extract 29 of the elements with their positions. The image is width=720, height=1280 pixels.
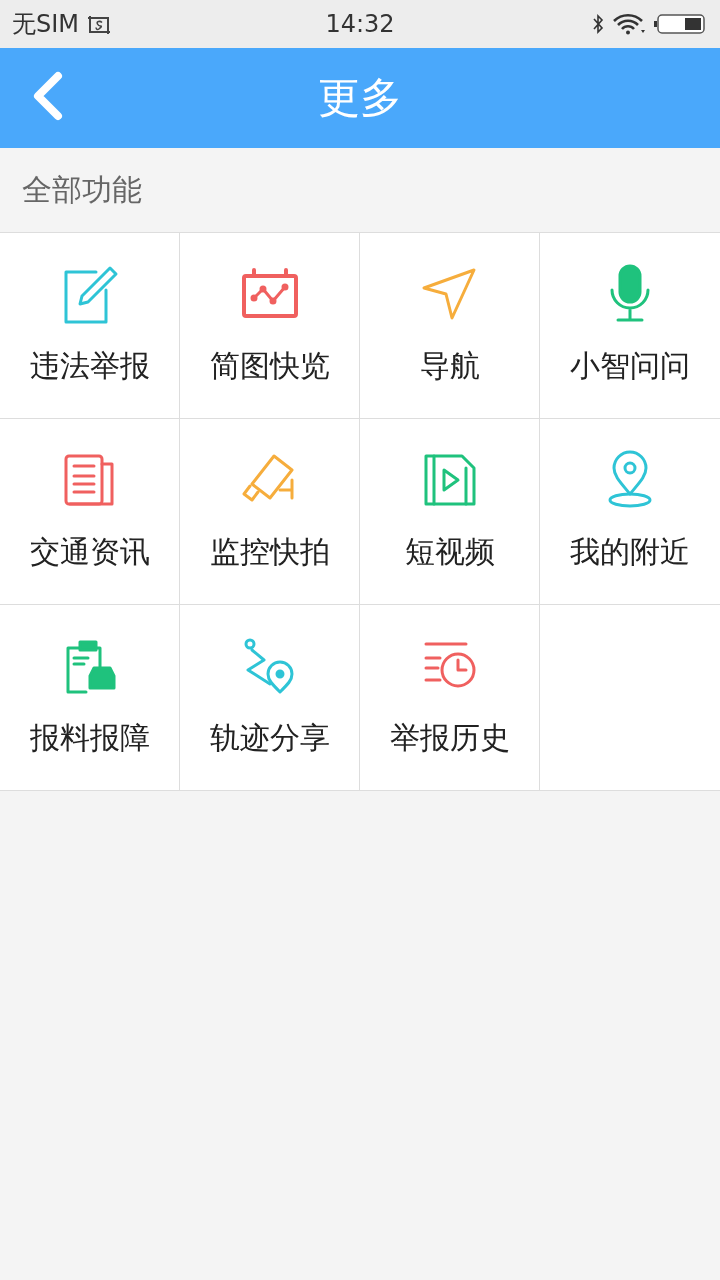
feature-label: 短视频 (404, 533, 495, 571)
feature-label: 导航 (419, 347, 480, 385)
wifi-icon (612, 13, 646, 35)
feature-label: 交通资讯 (29, 533, 150, 571)
feature-label: 我的附近 (570, 533, 690, 571)
feature-tile[interactable]: 简图快览 (180, 233, 360, 419)
feature-label: 举报历史 (389, 719, 510, 757)
clock-text: 14:32 (325, 10, 395, 38)
page-title: 更多 (318, 72, 402, 124)
feature-label: 轨迹分享 (209, 719, 330, 757)
feature-label: 小智问问 (570, 347, 690, 385)
section-title: 全部功能 (22, 170, 142, 209)
feature-label: 报料报障 (29, 719, 150, 757)
feature-tile[interactable]: 交通资讯 (0, 419, 180, 605)
feature-tile[interactable]: 我的附近 (540, 419, 720, 605)
feature-label: 简图快览 (209, 347, 330, 385)
feature-tile[interactable]: 举报历史 (360, 605, 540, 791)
carrier-text: 无SIM (12, 9, 80, 40)
feature-label: 违法举报 (29, 347, 150, 385)
feature-tile[interactable]: 小智问问 (540, 233, 720, 419)
feature-tile[interactable]: 短视频 (360, 419, 540, 605)
feature-tile[interactable]: 轨迹分享 (180, 605, 360, 791)
feature-tile[interactable]: 监控快拍 (180, 419, 360, 605)
bluetooth-icon (592, 14, 604, 34)
battery-icon (654, 13, 706, 35)
feature-tile[interactable]: 违法举报 (0, 233, 180, 419)
feature-label: 监控快拍 (209, 533, 330, 571)
feature-tile[interactable]: 导航 (360, 233, 540, 419)
feature-tile[interactable]: 报料报障 (0, 605, 180, 791)
